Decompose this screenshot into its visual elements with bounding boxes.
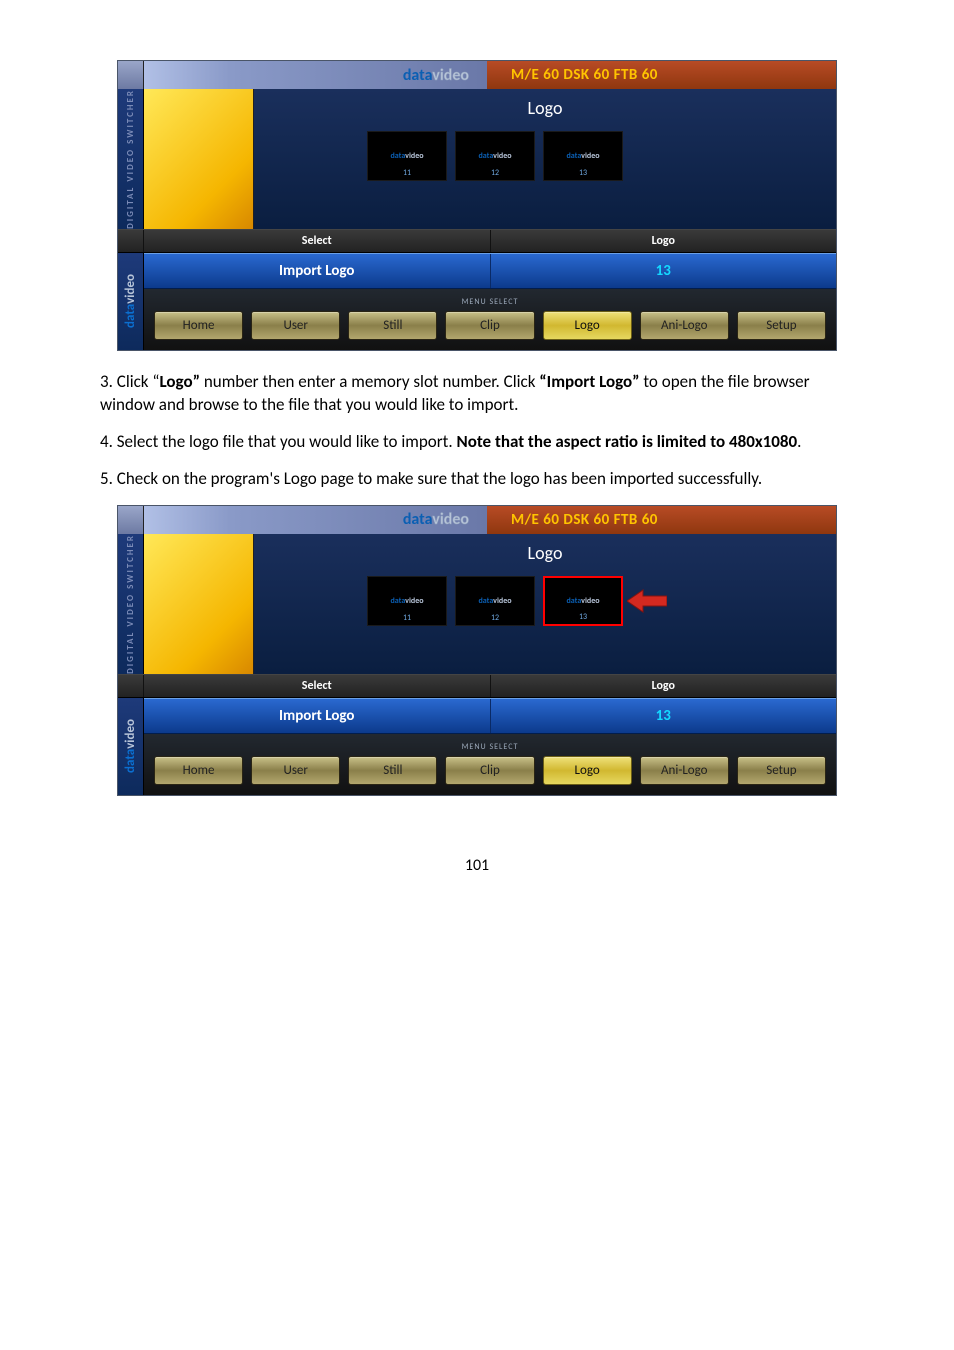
vertical-brand-text: datavideo [123, 274, 138, 328]
labels-row: Select Logo [118, 674, 836, 698]
menu-clip[interactable]: Clip [445, 756, 534, 785]
brand-logo: datavideo [403, 66, 469, 85]
blue-action-row: Import Logo 13 [144, 253, 836, 289]
bottom-right-col: Import Logo 13 MENU SELECT Home User Sti… [144, 698, 836, 795]
top-status-text: M/E 60 DSK 60 FTB 60 [511, 511, 658, 529]
main-row: DIGITAL VIDEO SWITCHER Logo datavideo 11… [118, 89, 836, 229]
menu-setup[interactable]: Setup [737, 311, 826, 340]
screenshot-1: datavideo M/E 60 DSK 60 FTB 60 DIGITAL V… [117, 60, 837, 351]
label-spacer [118, 230, 144, 252]
menu-select-area: MENU SELECT Home User Still Clip Logo An… [144, 734, 836, 795]
top-status-bar: M/E 60 DSK 60 FTB 60 [487, 506, 836, 534]
logo-thumb-11[interactable]: datavideo 11 [367, 576, 447, 626]
thumb-logo: datavideo [478, 596, 511, 606]
import-logo-button[interactable]: Import Logo [144, 699, 491, 733]
label-select: Select [144, 675, 491, 697]
preview-title: Logo [528, 97, 563, 119]
menu-clip[interactable]: Clip [445, 311, 534, 340]
label-select: Select [144, 230, 491, 252]
menu-user[interactable]: User [251, 311, 340, 340]
menu-ani-logo[interactable]: Ani-Logo [640, 311, 729, 340]
menu-select-area: MENU SELECT Home User Still Clip Logo An… [144, 289, 836, 350]
brand-part-1: data [403, 66, 432, 85]
thumb-logo: datavideo [566, 151, 599, 161]
logo-slot-number[interactable]: 13 [491, 254, 837, 288]
top-bar: datavideo M/E 60 DSK 60 FTB 60 [118, 506, 836, 534]
thumb-logo: datavideo [390, 151, 423, 161]
thumb-number: 12 [491, 613, 499, 623]
arrow-left-icon [627, 588, 667, 614]
topbar-brand-area: datavideo [144, 61, 487, 89]
label-logo: Logo [491, 230, 837, 252]
instruction-step-5: 5. Check on the program's Logo page to m… [100, 468, 854, 491]
logo-preview-area: Logo datavideo 11 datavideo 12 datavideo… [254, 534, 836, 674]
bottom-section: datavideo Import Logo 13 MENU SELECT Hom… [118, 253, 836, 350]
thumb-number: 11 [403, 168, 411, 178]
logo-thumb-13[interactable]: datavideo 13 [543, 131, 623, 181]
page-number: 101 [100, 856, 854, 875]
yellow-panel [144, 89, 254, 229]
vertical-brand-text: datavideo [123, 719, 138, 773]
instruction-step-4: 4. Select the logo file that you would l… [100, 431, 854, 454]
topbar-corner [118, 61, 144, 89]
blue-action-row: Import Logo 13 [144, 698, 836, 734]
thumb-row: datavideo 11 datavideo 12 datavideo 13 [367, 131, 623, 181]
vertical-brand-strip: datavideo [118, 698, 144, 795]
label-spacer [118, 675, 144, 697]
bottom-section: datavideo Import Logo 13 MENU SELECT Hom… [118, 698, 836, 795]
thumb-number: 11 [403, 613, 411, 623]
vertical-brand-strip: datavideo [118, 253, 144, 350]
logo-preview-area: Logo datavideo 11 datavideo 12 datavideo… [254, 89, 836, 229]
logo-thumb-12[interactable]: datavideo 12 [455, 576, 535, 626]
brand-part-2: video [432, 510, 469, 529]
vertical-strip-text: DIGITAL VIDEO SWITCHER [125, 89, 136, 229]
vertical-strip-left: DIGITAL VIDEO SWITCHER [118, 534, 144, 674]
brand-part-2: video [432, 66, 469, 85]
menu-select-label: MENU SELECT [154, 297, 826, 307]
logo-slot-number[interactable]: 13 [491, 699, 837, 733]
vertical-strip-text: DIGITAL VIDEO SWITCHER [125, 534, 136, 674]
top-bar: datavideo M/E 60 DSK 60 FTB 60 [118, 61, 836, 89]
menu-logo[interactable]: Logo [543, 311, 632, 340]
topbar-corner [118, 506, 144, 534]
logo-thumb-12[interactable]: datavideo 12 [455, 131, 535, 181]
preview-title: Logo [528, 542, 563, 564]
menu-home[interactable]: Home [154, 756, 243, 785]
main-row: DIGITAL VIDEO SWITCHER Logo datavideo 11… [118, 534, 836, 674]
topbar-brand-area: datavideo [144, 506, 487, 534]
thumb-number: 12 [491, 168, 499, 178]
menu-still[interactable]: Still [348, 311, 437, 340]
label-logo: Logo [491, 675, 837, 697]
thumb-number: 13 [579, 168, 587, 178]
menu-row: Home User Still Clip Logo Ani-Logo Setup [154, 311, 826, 340]
thumb-logo: datavideo [566, 596, 599, 606]
brand-part-1: data [403, 510, 432, 529]
vertical-strip-left: DIGITAL VIDEO SWITCHER [118, 89, 144, 229]
import-logo-button[interactable]: Import Logo [144, 254, 491, 288]
thumb-row: datavideo 11 datavideo 12 datavideo 13 [367, 576, 623, 626]
instruction-step-3: 3. Click “Logo” number then enter a memo… [100, 371, 854, 417]
screenshot-2: datavideo M/E 60 DSK 60 FTB 60 DIGITAL V… [117, 505, 837, 796]
thumb-logo: datavideo [478, 151, 511, 161]
logo-thumb-13-highlighted[interactable]: datavideo 13 [543, 576, 623, 626]
bottom-right-col: Import Logo 13 MENU SELECT Home User Sti… [144, 253, 836, 350]
brand-logo: datavideo [403, 510, 469, 529]
labels-row: Select Logo [118, 229, 836, 253]
thumb-logo: datavideo [390, 596, 423, 606]
menu-home[interactable]: Home [154, 311, 243, 340]
logo-thumb-11[interactable]: datavideo 11 [367, 131, 447, 181]
top-status-text: M/E 60 DSK 60 FTB 60 [511, 66, 658, 84]
yellow-panel [144, 534, 254, 674]
menu-user[interactable]: User [251, 756, 340, 785]
menu-still[interactable]: Still [348, 756, 437, 785]
top-status-bar: M/E 60 DSK 60 FTB 60 [487, 61, 836, 89]
menu-setup[interactable]: Setup [737, 756, 826, 785]
menu-ani-logo[interactable]: Ani-Logo [640, 756, 729, 785]
menu-logo[interactable]: Logo [543, 756, 632, 785]
menu-select-label: MENU SELECT [154, 742, 826, 752]
menu-row: Home User Still Clip Logo Ani-Logo Setup [154, 756, 826, 785]
thumb-number: 13 [579, 612, 587, 622]
